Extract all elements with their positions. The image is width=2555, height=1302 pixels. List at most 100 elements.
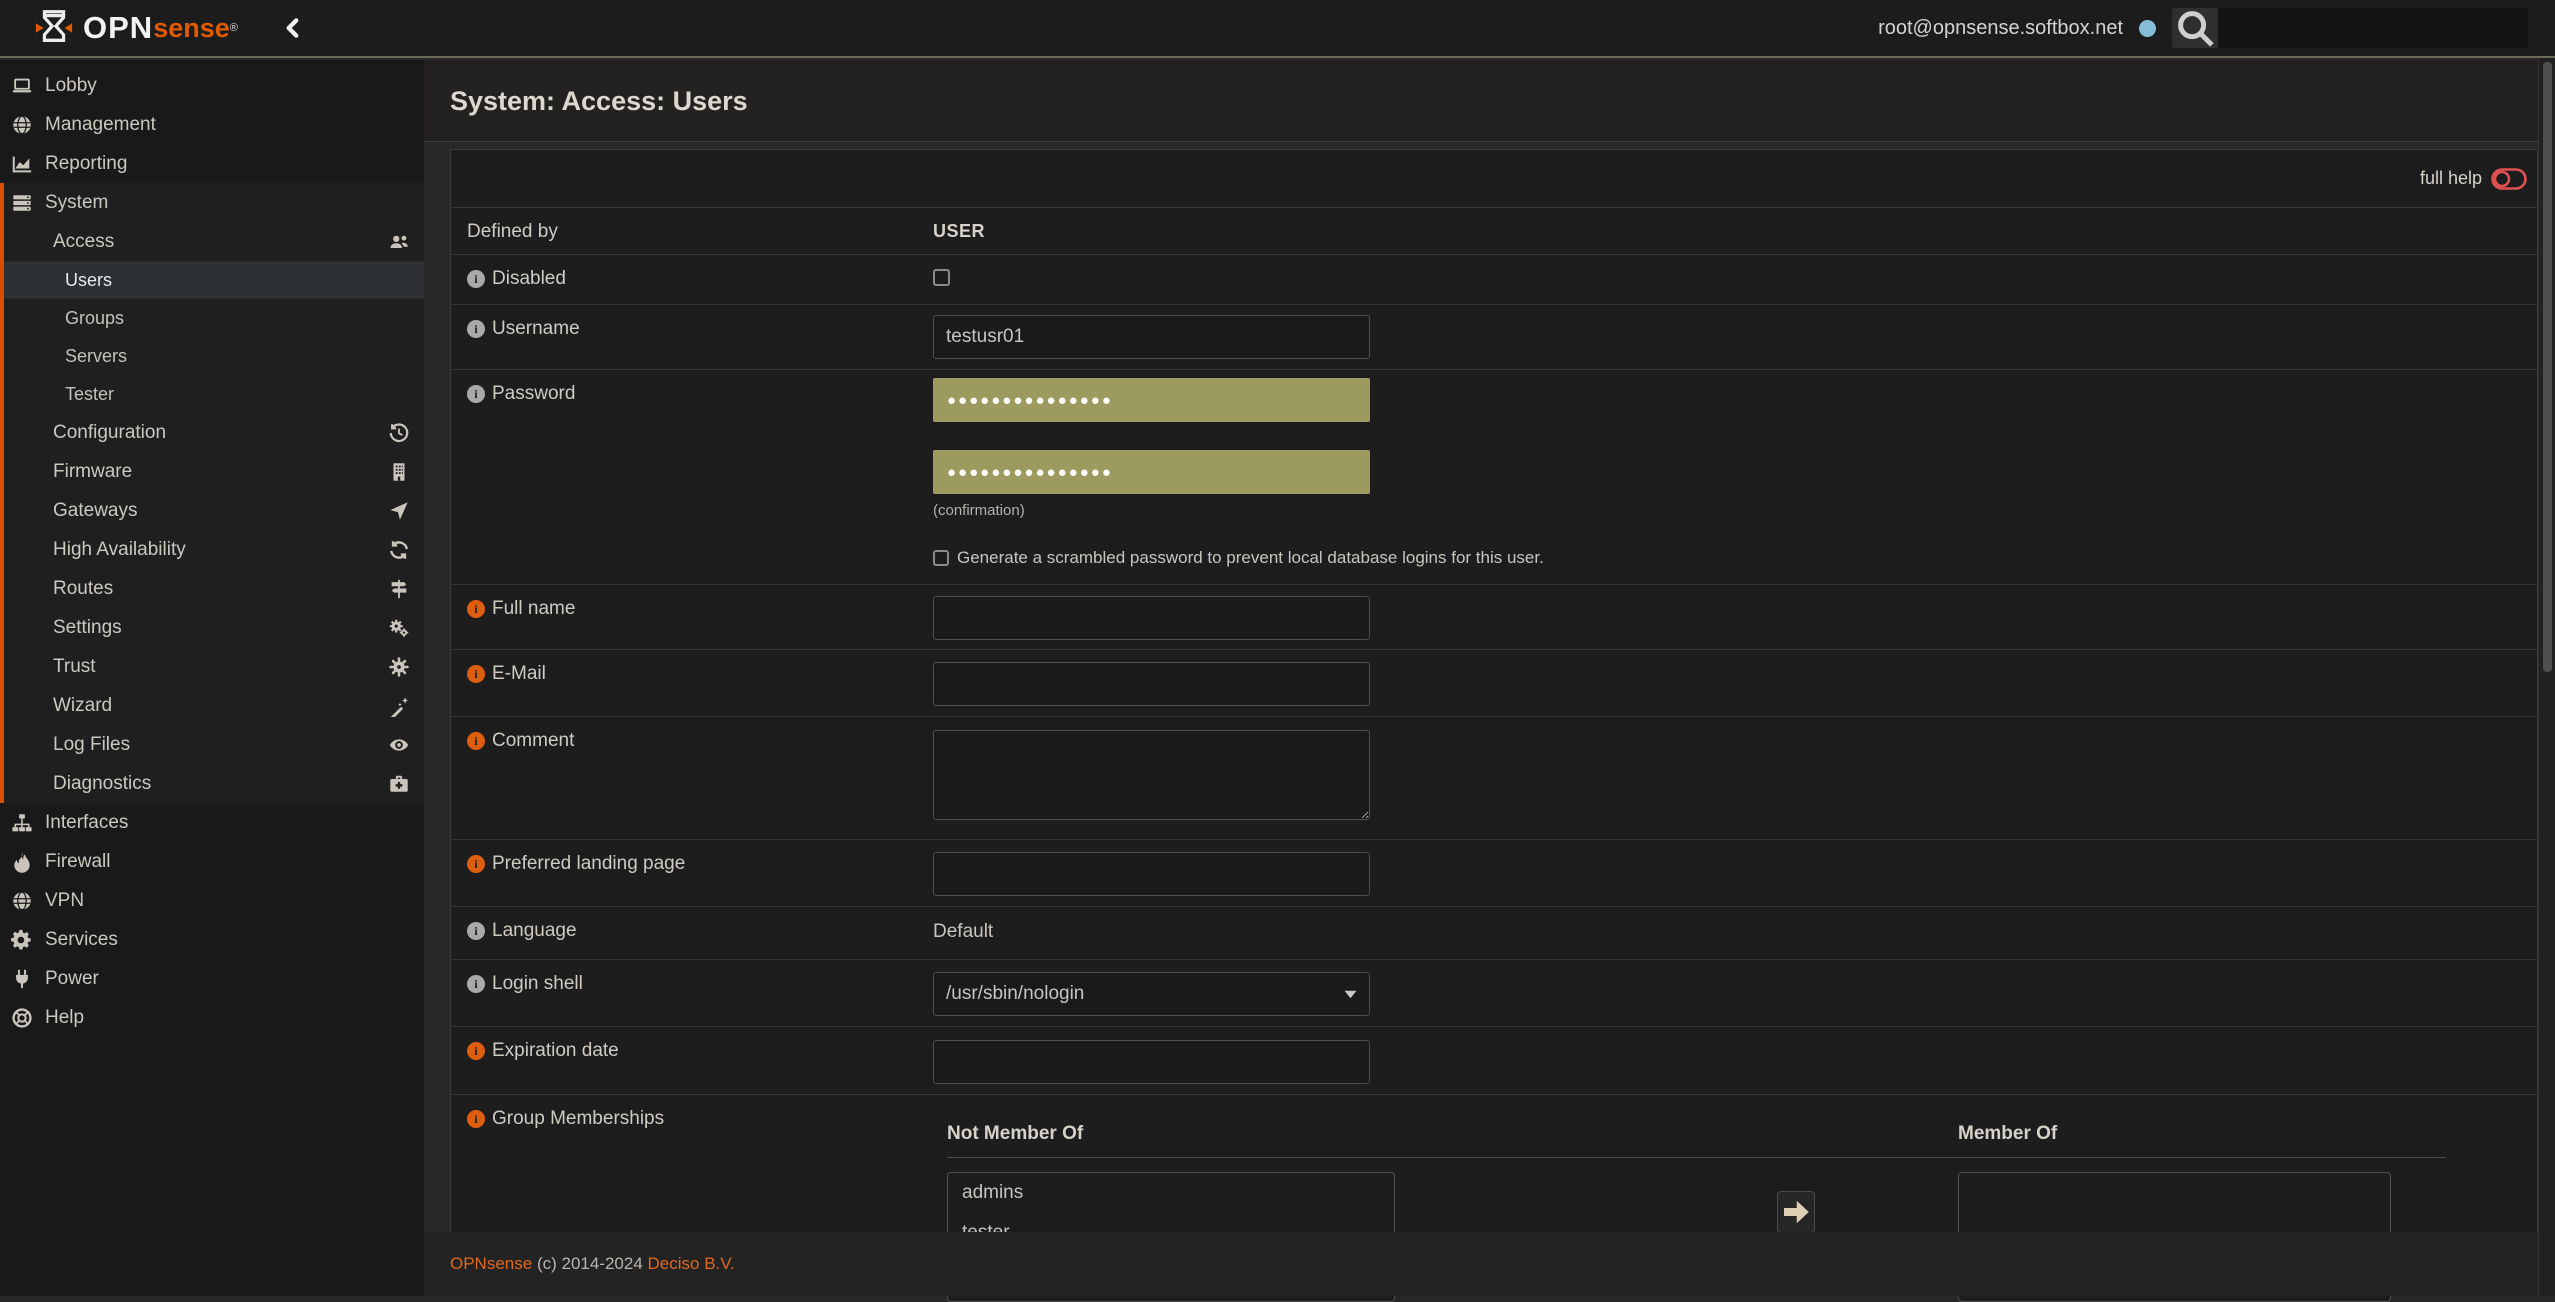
global-search xyxy=(2172,8,2528,48)
info-icon[interactable]: i xyxy=(467,1110,485,1128)
sidebar-item-vpn[interactable]: VPN xyxy=(0,881,424,920)
panel-toolbar: full help xyxy=(451,150,2537,208)
full-help-toggle[interactable] xyxy=(2491,168,2527,190)
sidebar-item-log-files[interactable]: Log Files xyxy=(4,725,424,764)
sidebar-item-firmware[interactable]: Firmware xyxy=(4,452,424,491)
sidebar-item-help[interactable]: Help xyxy=(0,998,424,1037)
form-row-comment: i Comment xyxy=(451,717,2537,840)
sidebar-item-label: Reporting xyxy=(45,153,127,175)
chevron-left-icon xyxy=(280,15,306,41)
sidebar-item-trust[interactable]: Trust xyxy=(4,647,424,686)
scrollbar-thumb[interactable] xyxy=(2543,62,2552,672)
footer-deciso-link[interactable]: Deciso B.V. xyxy=(648,1254,735,1273)
info-icon[interactable]: i xyxy=(467,665,485,683)
globe-icon xyxy=(11,890,33,912)
add-to-group-button[interactable] xyxy=(1777,1191,1815,1233)
page-footer: OPNsense (c) 2014-2024 Deciso B.V. xyxy=(424,1232,2555,1296)
sidebar-item-high-availability[interactable]: High Availability xyxy=(4,530,424,569)
info-icon[interactable]: i xyxy=(467,270,485,288)
username-input[interactable] xyxy=(933,315,1370,359)
password-label: Password xyxy=(492,383,575,405)
password-input[interactable] xyxy=(933,378,1370,422)
history-icon xyxy=(388,422,410,444)
sidebar-item-servers[interactable]: Servers xyxy=(4,337,424,375)
sidebar-item-label: Servers xyxy=(65,346,127,367)
email-input[interactable] xyxy=(933,662,1370,706)
info-icon[interactable]: i xyxy=(467,922,485,940)
search-icon xyxy=(2172,8,2218,48)
footer-opnsense-link[interactable]: OPNsense xyxy=(450,1254,532,1273)
sidebar-item-label: Routes xyxy=(53,578,113,600)
expiration-date-input[interactable] xyxy=(933,1040,1370,1084)
sidebar-item-label: VPN xyxy=(45,890,84,912)
info-icon[interactable]: i xyxy=(467,385,485,403)
sidebar-item-diagnostics[interactable]: Diagnostics xyxy=(4,764,424,803)
full-help-label: full help xyxy=(2420,168,2482,189)
sidebar-item-interfaces[interactable]: Interfaces xyxy=(0,803,424,842)
sidebar-item-label: Management xyxy=(45,114,156,136)
sidebar-item-gateways[interactable]: Gateways xyxy=(4,491,424,530)
certificate-icon xyxy=(388,656,410,678)
sidebar-item-management[interactable]: Management xyxy=(0,105,424,144)
full-name-input[interactable] xyxy=(933,596,1370,640)
sidebar-item-firewall[interactable]: Firewall xyxy=(0,842,424,881)
sidebar-item-reporting[interactable]: Reporting xyxy=(0,144,424,183)
status-indicator-dot[interactable] xyxy=(2139,20,2156,37)
hourglass-logo-icon xyxy=(33,7,75,49)
sidebar-system-expanded-block: System Access Users Groups Servers Teste… xyxy=(0,183,424,803)
info-icon[interactable]: i xyxy=(467,600,485,618)
sidebar-item-label: Interfaces xyxy=(45,812,128,834)
sidebar-item-label: Log Files xyxy=(53,734,130,756)
group-memberships-label: Group Memberships xyxy=(492,1108,664,1130)
refresh-icon xyxy=(388,539,410,561)
password-confirm-input[interactable] xyxy=(933,450,1370,494)
sidebar-item-label: Configuration xyxy=(53,422,166,444)
form-row-username: i Username xyxy=(451,305,2537,370)
scramble-password-checkbox[interactable] xyxy=(933,550,949,566)
disabled-checkbox[interactable] xyxy=(933,269,950,286)
member-of-header: Member Of xyxy=(1958,1123,2057,1145)
fire-icon xyxy=(11,851,33,873)
sidebar-item-configuration[interactable]: Configuration xyxy=(4,413,424,452)
opnsense-logo[interactable]: OPNsense® xyxy=(33,7,238,49)
gear-icon xyxy=(11,929,33,951)
sidebar-item-power[interactable]: Power xyxy=(0,959,424,998)
email-label: E-Mail xyxy=(492,663,546,685)
search-input[interactable] xyxy=(2218,8,2528,48)
info-icon[interactable]: i xyxy=(467,1042,485,1060)
plug-icon xyxy=(11,968,33,990)
page-scrollbar[interactable] xyxy=(2538,58,2555,1296)
sidebar-item-groups[interactable]: Groups xyxy=(4,299,424,337)
sidebar-item-label: Access xyxy=(53,231,114,253)
info-icon[interactable]: i xyxy=(467,732,485,750)
sidebar-item-lobby[interactable]: Lobby xyxy=(0,66,424,105)
life-ring-icon xyxy=(11,1007,33,1029)
sidebar-item-settings[interactable]: Settings xyxy=(4,608,424,647)
language-value: Default xyxy=(933,921,993,942)
comment-textarea[interactable] xyxy=(933,730,1370,820)
user-edit-panel: full help Defined by USER i Disabled i U… xyxy=(450,149,2538,1292)
scramble-password-label: Generate a scrambled password to prevent… xyxy=(957,548,1544,568)
info-icon[interactable]: i xyxy=(467,975,485,993)
logged-in-user: root@opnsense.softbox.net xyxy=(1878,17,2123,40)
comment-label: Comment xyxy=(492,730,574,752)
laptop-icon xyxy=(11,75,33,97)
sidebar-item-label: Power xyxy=(45,968,99,990)
login-shell-value: /usr/sbin/nologin xyxy=(946,983,1084,1005)
sidebar-item-access[interactable]: Access xyxy=(4,222,424,261)
sidebar-item-tester[interactable]: Tester xyxy=(4,375,424,413)
sidebar-item-services[interactable]: Services xyxy=(0,920,424,959)
sidebar-item-label: Groups xyxy=(65,308,124,329)
sidebar-collapse-button[interactable] xyxy=(280,15,306,41)
sidebar-item-system[interactable]: System xyxy=(4,183,424,222)
sidebar-item-wizard[interactable]: Wizard xyxy=(4,686,424,725)
login-shell-label: Login shell xyxy=(492,973,583,995)
sidebar-item-users[interactable]: Users xyxy=(4,261,424,299)
info-icon[interactable]: i xyxy=(467,855,485,873)
info-icon[interactable]: i xyxy=(467,320,485,338)
login-shell-select[interactable]: /usr/sbin/nologin xyxy=(933,972,1370,1016)
group-list-item[interactable]: admins xyxy=(948,1173,1394,1213)
landing-page-input[interactable] xyxy=(933,852,1370,896)
sidebar-item-routes[interactable]: Routes xyxy=(4,569,424,608)
sidebar-item-label: Lobby xyxy=(45,75,97,97)
